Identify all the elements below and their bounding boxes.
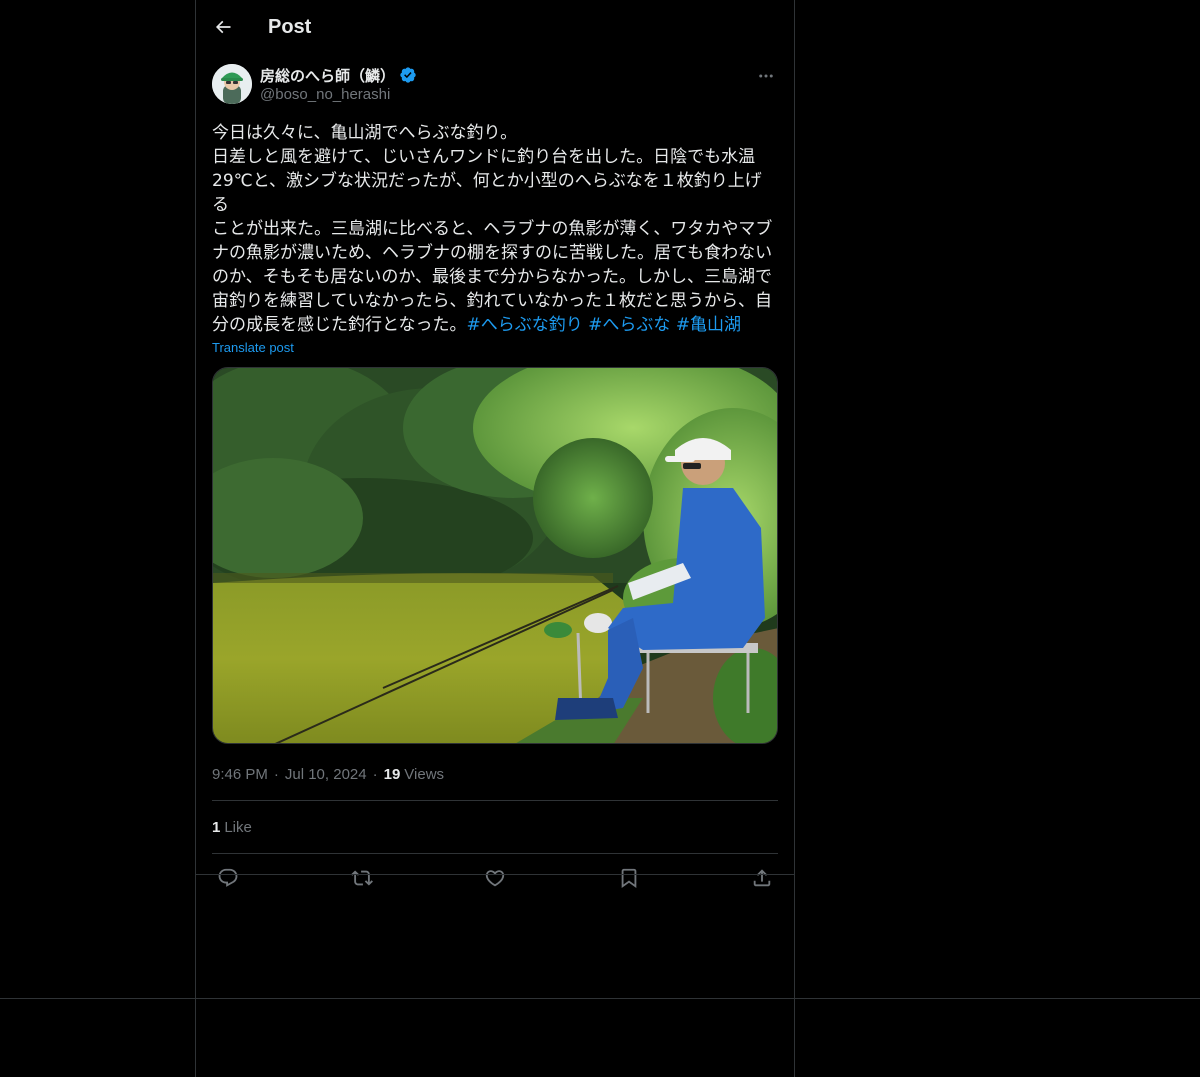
like-button[interactable] xyxy=(483,866,507,890)
meta-separator: · xyxy=(372,765,378,783)
translate-post-link[interactable]: Translate post xyxy=(212,340,778,355)
arrow-left-icon xyxy=(215,20,231,34)
text-line: のか、そもそも居ないのか、最後まで分からなかった。しかし、三島湖で xyxy=(212,267,772,287)
bookmark-button[interactable] xyxy=(617,866,641,890)
reply-icon xyxy=(218,868,238,887)
text-line: 今日は久々に、亀山湖でへらぶな釣り。 xyxy=(212,123,518,143)
share-icon xyxy=(753,868,771,886)
post-photo[interactable] xyxy=(212,367,778,744)
hashtag-link[interactable]: #へらぶな xyxy=(588,315,670,335)
post-text: 今日は久々に、亀山湖でへらぶな釣り。 日差しと風を避けて、じいさんワンドに釣り台… xyxy=(212,121,778,337)
text-line: 宙釣りを練習していなかったら、釣れていなかった１枚だと思うから、自 xyxy=(212,291,772,311)
repost-button[interactable] xyxy=(350,866,374,890)
more-options-button[interactable] xyxy=(754,66,778,86)
post-time[interactable]: 9:46 PM xyxy=(212,766,268,783)
post-meta: 9:46 PM · Jul 10, 2024 · 19 Views xyxy=(212,764,778,784)
likes-label: Like xyxy=(224,818,252,836)
heart-icon xyxy=(485,869,505,886)
author-row: 房総のへら師（鱗） @boso_no_herashi xyxy=(212,64,778,108)
primary-column: Post 房総のへら師（鱗） @boso_no_herashi 今日は久々に、亀… xyxy=(195,0,795,1077)
post-bottom-border xyxy=(196,874,794,875)
text-line: 29℃と、激シブな状況だったが、何とか小型のへらぶなを１枚釣り上げる xyxy=(212,171,762,215)
likes-count: 1 xyxy=(212,818,221,836)
meta-separator: · xyxy=(273,765,279,783)
likes-row[interactable]: 1 Like xyxy=(212,801,778,853)
avatar-image xyxy=(212,64,252,104)
repost-icon xyxy=(350,870,373,885)
display-name-row: 房総のへら師（鱗） xyxy=(260,65,417,85)
page-header: Post xyxy=(196,0,794,54)
text-line: ナの魚影が濃いため、ヘラブナの棚を探すのに苦戦した。居ても食わない xyxy=(212,243,773,263)
fishing-photo-image xyxy=(213,368,777,743)
back-button[interactable] xyxy=(206,10,240,44)
page-title: Post xyxy=(268,15,312,38)
user-handle[interactable]: @boso_no_herashi xyxy=(260,86,417,103)
text-line: ことが出来た。三島湖に比べると、ヘラブナの魚影が薄く、ワタカやマブ xyxy=(212,219,773,239)
post-date[interactable]: Jul 10, 2024 xyxy=(285,766,367,783)
text-line: 日差しと風を避けて、じいさんワンドに釣り台を出した。日陰でも水温 xyxy=(212,147,756,167)
hashtag-link[interactable]: #へらぶな釣り xyxy=(467,315,583,335)
views-count: 19 xyxy=(383,765,401,783)
more-horizontal-icon xyxy=(759,74,773,78)
verified-badge-icon[interactable] xyxy=(399,66,417,84)
avatar[interactable] xyxy=(212,64,252,104)
action-bar xyxy=(212,854,778,901)
display-name[interactable]: 房総のへら師（鱗） xyxy=(260,65,395,86)
reply-button[interactable] xyxy=(216,866,240,890)
views-label: Views xyxy=(404,765,445,783)
author-info: 房総のへら師（鱗） @boso_no_herashi xyxy=(260,65,417,103)
post-article: 房総のへら師（鱗） @boso_no_herashi 今日は久々に、亀山湖でへら… xyxy=(212,64,778,901)
bookmark-icon xyxy=(621,868,636,888)
text-line: 分の成長を感じた釣行となった。 xyxy=(212,315,467,335)
hashtag-link[interactable]: #亀山湖 xyxy=(676,315,741,335)
bottom-divider-line xyxy=(0,998,1200,999)
share-button[interactable] xyxy=(750,866,774,890)
